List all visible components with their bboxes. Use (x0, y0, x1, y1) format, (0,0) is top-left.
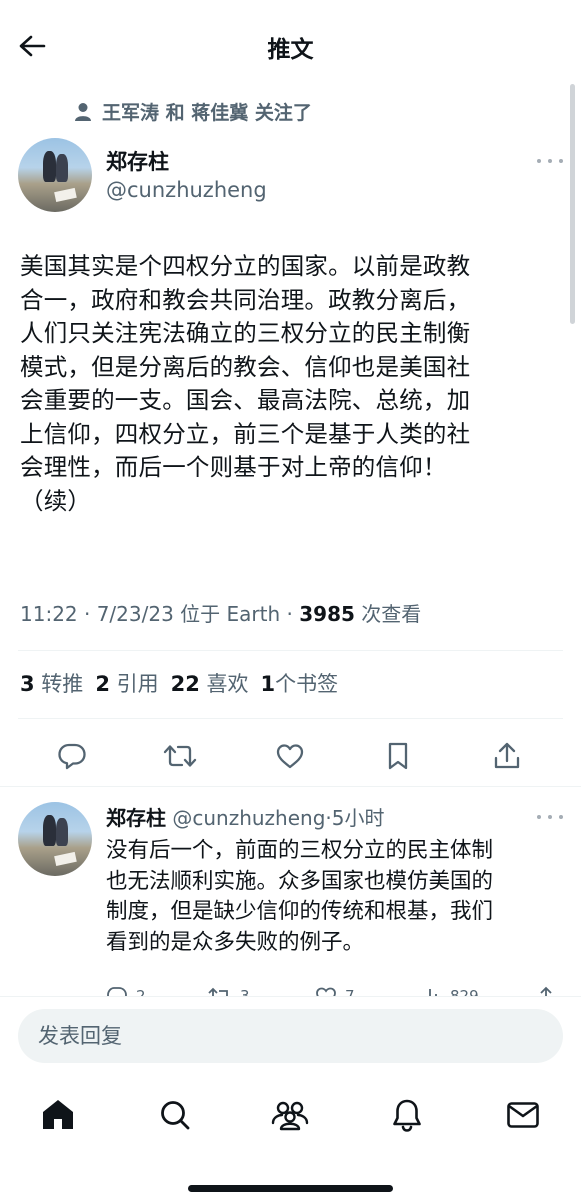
retweets-stat[interactable]: 3 转推 (20, 672, 83, 696)
notifications-icon (393, 1099, 421, 1132)
share-icon (494, 742, 520, 769)
more-icon (537, 159, 541, 163)
tweet-timestamp[interactable]: 11:22 · 7/23/23 位于 Earth · (20, 602, 299, 626)
reply-text: 没有后一个，前面的三权分立的民主体制 也无法顺利实施。众多国家也模仿美国的 制度… (106, 838, 494, 955)
tab-bar (0, 1093, 581, 1137)
avatar[interactable] (18, 138, 92, 212)
author-handle[interactable]: @cunzhuzheng (106, 178, 267, 202)
views-label: 次查看 (354, 602, 422, 626)
page-title: 推文 (267, 37, 314, 63)
more-options-button[interactable] (537, 154, 563, 168)
reply-retweet-button[interactable]: 3 (208, 986, 250, 996)
bottom-panel (0, 996, 581, 1200)
reply-author-line[interactable]: 郑存柱 @cunzhuzheng·5小时 (106, 802, 385, 831)
top-bar: 推文 (0, 0, 581, 90)
social-context[interactable]: 王军涛 和 蒋佳冀 关注了 (74, 98, 312, 125)
more-icon (537, 815, 541, 819)
person-icon (75, 102, 91, 121)
tweet-meta: 11:22 · 7/23/23 位于 Earth · 3985 次查看 (20, 598, 421, 627)
reply-author-name: 郑存柱 (106, 806, 166, 830)
reply-icon (58, 743, 86, 770)
quotes-stat[interactable]: 2 引用 (95, 672, 158, 696)
tab-messages[interactable] (501, 1093, 545, 1137)
messages-icon (507, 1102, 539, 1128)
bookmarks-stat[interactable]: 1个书签 (261, 672, 339, 696)
author-name[interactable]: 郑存柱 (106, 146, 169, 176)
reply-icon (107, 987, 127, 996)
reply-reply-button[interactable]: 2 (106, 986, 146, 996)
reply-like-button[interactable]: 7 (315, 986, 355, 996)
search-icon (161, 1101, 190, 1130)
bookmark-button[interactable] (378, 736, 418, 776)
reply-actions-partial: 2 3 7 829 (0, 984, 581, 996)
bookmark-icon (388, 742, 408, 770)
retweet-icon (208, 987, 228, 996)
communities-icon (271, 1101, 309, 1131)
home-indicator (188, 1185, 393, 1192)
tweet-text: 美国其实是个四权分立的国家。以前是政教 合一，政府和教会共同治理。政教分离后， … (20, 252, 471, 515)
tweet-stats: 3 转推 2 引用 22 喜欢 1个书签 (20, 668, 338, 698)
divider (0, 786, 581, 787)
reply-handle-time: @cunzhuzheng·5小时 (172, 806, 385, 830)
tab-home[interactable] (36, 1093, 80, 1137)
share-icon (540, 986, 552, 996)
like-icon (276, 744, 304, 769)
divider (18, 718, 563, 719)
like-button[interactable] (270, 736, 310, 776)
share-button[interactable] (487, 736, 527, 776)
retweet-button[interactable] (160, 736, 200, 776)
scrollbar[interactable] (570, 84, 575, 324)
like-icon (316, 987, 336, 996)
tweet-actions (0, 730, 581, 780)
reply-avatar[interactable] (18, 802, 92, 876)
reply-input[interactable] (18, 1009, 563, 1063)
tab-communities[interactable] (268, 1093, 312, 1137)
tab-notifications[interactable] (385, 1093, 429, 1137)
views-count: 3985 (299, 602, 355, 626)
reply-button[interactable] (52, 736, 92, 776)
home-icon (43, 1100, 73, 1129)
reply-share-button[interactable] (536, 986, 556, 996)
reply-more-options-button[interactable] (537, 810, 563, 824)
tab-search[interactable] (153, 1093, 197, 1137)
reply-views-button[interactable]: 829 (420, 986, 479, 996)
retweet-icon (163, 745, 197, 767)
social-context-text: 王军涛 和 蒋佳冀 关注了 (102, 102, 312, 124)
divider (18, 650, 563, 651)
views-icon (423, 989, 437, 996)
likes-stat[interactable]: 22 喜欢 (171, 672, 249, 696)
